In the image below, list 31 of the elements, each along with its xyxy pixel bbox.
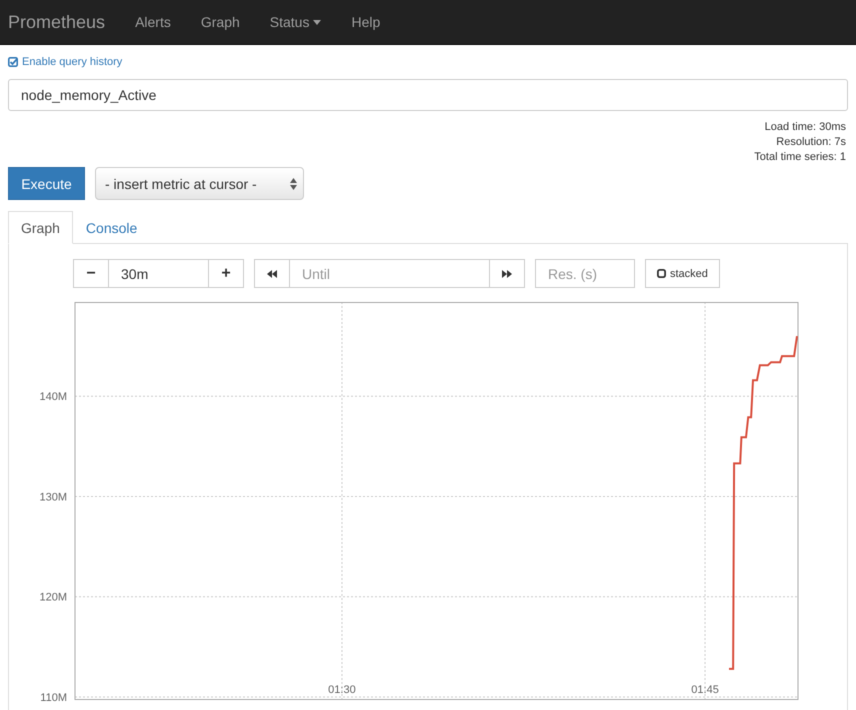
nav-link[interactable]: Alerts (120, 14, 186, 30)
back-button[interactable] (254, 259, 290, 288)
decrease-range-button[interactable]: − (73, 259, 109, 288)
forward-button[interactable] (489, 259, 525, 288)
nav-link[interactable]: Help (336, 14, 396, 30)
tab[interactable]: Console (72, 211, 150, 244)
query-stat: Total time series: 1 (754, 150, 846, 165)
checkbox-icon (8, 57, 18, 67)
query-history-checkbox[interactable]: Enable query history (8, 56, 122, 68)
query-stat: Resolution: 7s (776, 135, 846, 150)
x-axis-label: 01:45 (691, 684, 719, 696)
nav-link[interactable]: Status (254, 14, 336, 30)
query-stat: Load time: 30ms (764, 120, 846, 135)
nav-link[interactable]: Graph (186, 14, 255, 30)
x-axis-label: 01:30 (328, 684, 356, 696)
rewind-icon (267, 270, 277, 278)
fast-forward-icon (502, 270, 512, 278)
checkbox-icon (657, 269, 666, 278)
y-axis-label: 140M (39, 391, 67, 404)
brand-link[interactable]: Prometheus (0, 12, 120, 32)
select-arrows-icon (290, 178, 297, 190)
metric-select[interactable]: - insert metric at cursor - (95, 167, 304, 200)
y-axis-label: 110M (40, 692, 67, 702)
tab[interactable]: Graph (8, 211, 73, 244)
execute-button[interactable]: Execute (8, 167, 85, 200)
y-axis-label: 130M (39, 492, 67, 504)
caret-icon (313, 20, 322, 24)
stacked-toggle[interactable]: stacked (645, 259, 720, 288)
y-axis-label: 120M (39, 592, 67, 604)
expression-input[interactable]: node_memory_Active (8, 79, 848, 111)
increase-range-button[interactable]: + (208, 259, 244, 288)
